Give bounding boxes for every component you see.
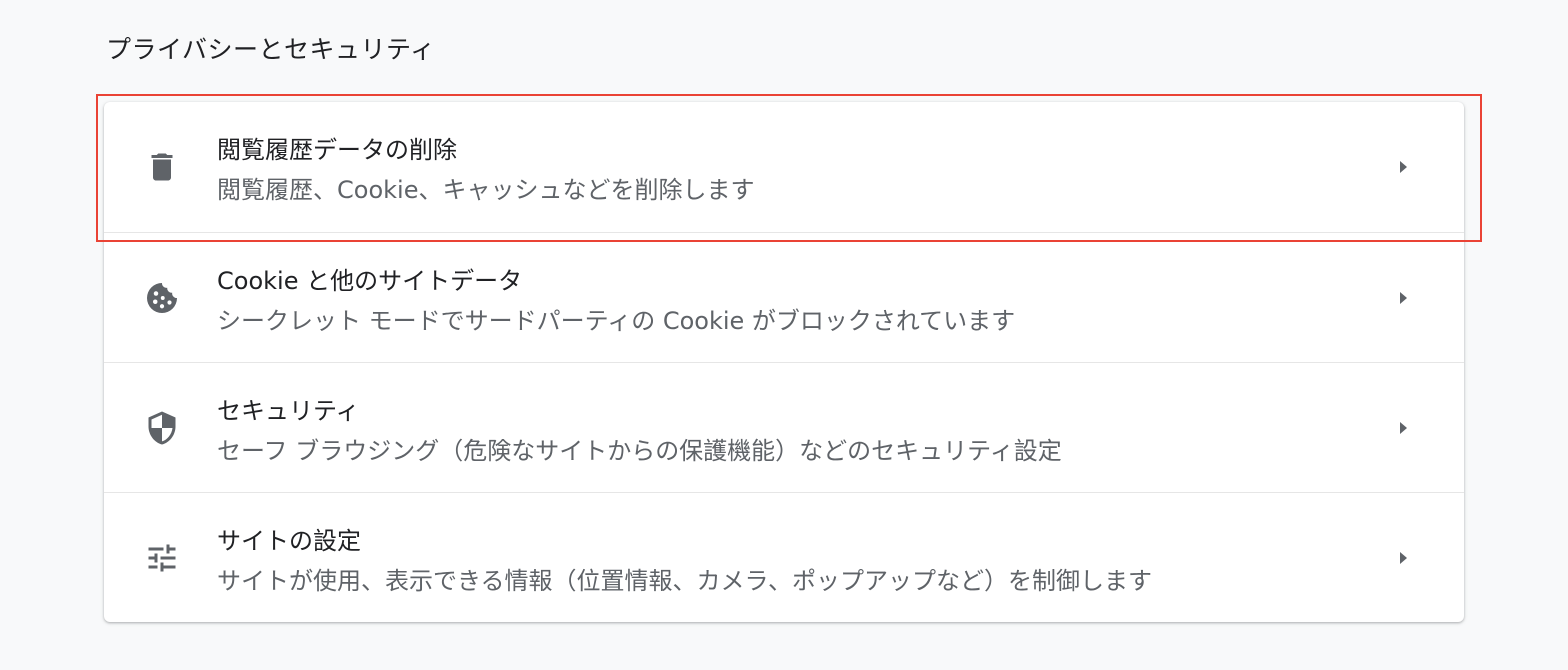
row-subtitle: 閲覧履歴、Cookie、キャッシュなどを削除します [217,176,755,204]
row-title: セキュリティ [217,397,360,425]
tune-icon [148,544,176,572]
privacy-security-card: 閲覧履歴データの削除 閲覧履歴、Cookie、キャッシュなどを削除します Coo… [104,102,1464,622]
clear-browsing-data-row[interactable]: 閲覧履歴データの削除 閲覧履歴、Cookie、キャッシュなどを削除します [104,102,1464,232]
arrow-right-icon [1400,292,1407,304]
arrow-right-icon [1400,161,1407,173]
row-subtitle: シークレット モードでサードパーティの Cookie がブロックされています [217,307,1016,335]
row-title: 閲覧履歴データの削除 [217,136,457,164]
row-title: サイトの設定 [217,527,361,555]
row-subtitle: サイトが使用、表示できる情報（位置情報、カメラ、ポップアップなど）を制御します [217,567,1153,595]
row-title: Cookie と他のサイトデータ [217,267,523,295]
trash-icon [151,153,173,181]
arrow-right-icon [1400,422,1407,434]
security-row[interactable]: セキュリティ セーフ ブラウジング（危険なサイトからの保護機能）などのセキュリテ… [104,362,1464,493]
row-subtitle: セーフ ブラウジング（危険なサイトからの保護機能）などのセキュリティ設定 [217,437,1062,465]
arrow-right-icon [1400,552,1407,564]
section-title: プライバシーとセキュリティ [106,35,436,64]
cookie-icon [147,283,177,313]
shield-icon [148,411,176,445]
cookies-row[interactable]: Cookie と他のサイトデータ シークレット モードでサードパーティの Coo… [104,232,1464,363]
site-settings-row[interactable]: サイトの設定 サイトが使用、表示できる情報（位置情報、カメラ、ポップアップなど）… [104,492,1464,623]
